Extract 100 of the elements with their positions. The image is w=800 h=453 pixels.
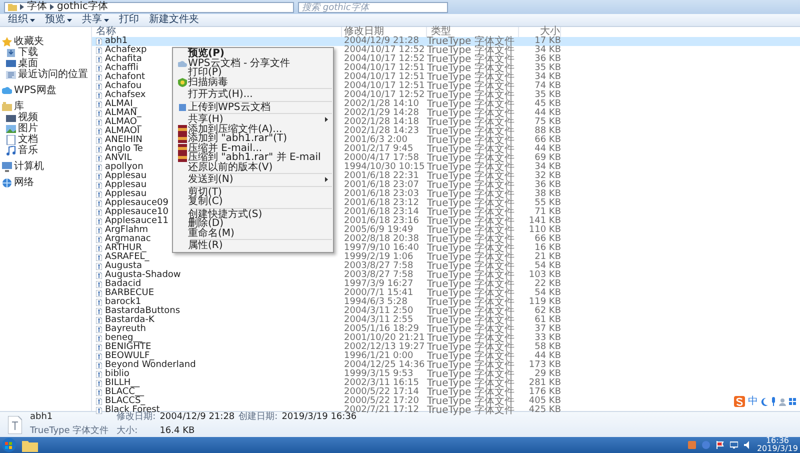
sidebar-item[interactable]: 最近访问的位置 — [18, 69, 88, 80]
sidebar-item[interactable]: 图片 — [18, 123, 38, 134]
file-name[interactable]: BEOWULF_ — [96, 352, 154, 361]
menu-item[interactable]: 还原以前的版本(V) — [174, 162, 332, 172]
menu-item[interactable]: 压缩并 E-mail... — [174, 144, 332, 153]
file-name[interactable]: abh1 — [96, 37, 128, 46]
table-cell-text: 44 KB — [534, 352, 561, 361]
menu-item[interactable]: 重命名(M) — [174, 228, 332, 238]
file-name[interactable]: BastardaButtons — [96, 307, 180, 316]
clock-date[interactable]: 2019/3/19 — [756, 445, 798, 453]
file-name[interactable]: Achafexp — [96, 46, 147, 55]
desktop-icon — [6, 58, 16, 68]
sidebar-heading[interactable]: 收藏夹 — [14, 36, 44, 47]
file-name[interactable]: Achaffli — [96, 64, 138, 73]
menu-item[interactable]: 压缩到 "abh1.rar" 并 E-mail — [174, 153, 332, 162]
table-cell-text: 2000/4/17 17:58 — [343, 154, 419, 163]
font-file-icon — [96, 362, 102, 369]
menu-item[interactable]: 扫描病毒 — [174, 78, 332, 87]
sidebar-item[interactable]: 文档 — [18, 134, 38, 145]
file-name[interactable]: biblio — [96, 370, 130, 379]
sidebar-item[interactable]: 视频 — [18, 112, 38, 123]
file-name[interactable]: apollyon — [96, 163, 144, 172]
file-name[interactable]: ANVIL — [96, 154, 132, 163]
toolbar-button[interactable]: 打印 — [119, 15, 139, 25]
sidebar-heading[interactable]: 网络 — [14, 177, 34, 188]
menu-item[interactable]: 删除(D) — [174, 219, 332, 228]
sidebar-item[interactable]: 音乐 — [18, 145, 38, 156]
menu-item[interactable]: 添加到压缩文件(A)... — [174, 124, 332, 134]
file-name[interactable]: ARTHUR_ — [96, 244, 146, 253]
menu-item[interactable]: 打印(P) — [174, 68, 332, 78]
file-name[interactable]: BLACCS_ — [96, 397, 146, 406]
menu-item[interactable]: WPS云文档 - 分享文件 — [174, 58, 332, 68]
input-mode-indicator[interactable]: 中 — [748, 394, 758, 409]
file-name[interactable]: Applesau — [96, 190, 147, 199]
toolbar-button[interactable]: 新建文件夹 — [149, 15, 199, 25]
table-cell-text: 74 KB — [534, 82, 561, 91]
font-file-icon — [96, 38, 102, 45]
menu-item[interactable]: 共享(H) — [174, 115, 332, 124]
file-name[interactable]: ASRAFEL_ — [96, 253, 150, 262]
address-bar[interactable]: 字体 gothic字体 — [4, 2, 294, 12]
sidebar-heading[interactable]: 库 — [14, 101, 24, 112]
grid-icon — [789, 398, 796, 405]
file-name[interactable]: ArgFlahm — [96, 226, 148, 235]
file-name[interactable]: Augusta-Shadow — [96, 271, 181, 280]
file-name[interactable]: Achafou — [96, 82, 142, 91]
file-name[interactable]: Applesauce09 — [96, 199, 168, 208]
menu-item[interactable]: 添加到 "abh1.rar"(T) — [174, 134, 332, 144]
file-name[interactable]: barock1 — [96, 298, 142, 307]
file-name[interactable]: ANEIHIN — [96, 136, 142, 145]
sidebar-heading[interactable]: 计算机 — [14, 161, 44, 172]
font-file-icon — [96, 182, 102, 189]
clock-time[interactable]: 16:36 — [756, 437, 798, 445]
breadcrumb-link[interactable]: 字体 — [27, 2, 47, 12]
file-name[interactable]: Applesau — [96, 181, 147, 190]
file-name[interactable]: ALMAI_ — [96, 100, 138, 109]
file-name[interactable]: Applesauce11 — [96, 217, 168, 226]
sidebar-item[interactable]: 下载 — [18, 47, 38, 58]
file-name[interactable]: BARBECUE — [96, 289, 154, 298]
menu-item[interactable]: 上传到WPS云文档 — [174, 102, 332, 112]
file-name[interactable]: BLACC__ — [96, 388, 144, 397]
font-file-icon — [96, 173, 102, 180]
file-name[interactable]: Argmanac — [96, 235, 151, 244]
menu-item[interactable]: 复制(C) — [174, 197, 332, 206]
file-name[interactable]: Beyond Wonderland — [96, 361, 196, 370]
menu-item[interactable]: 预览(P) — [174, 49, 332, 58]
sidebar-item[interactable]: 桌面 — [18, 58, 38, 69]
menu-item[interactable]: 剪切(T) — [174, 188, 332, 197]
table-cell-text: 425 KB — [528, 406, 561, 415]
menu-item[interactable]: 创建快捷方式(S) — [174, 210, 332, 219]
file-name[interactable]: Achafita — [96, 55, 142, 64]
table-cell-text: TrueType 字体文件 — [427, 46, 516, 55]
menu-item[interactable]: 打开方式(H)... — [174, 90, 332, 100]
file-name[interactable]: ALMAO_ — [96, 118, 142, 127]
file-name[interactable]: ALMAN_ — [96, 109, 142, 118]
toolbar-button[interactable]: 预览 — [45, 15, 72, 25]
menu-item[interactable]: 属性(R) — [174, 241, 332, 250]
file-name[interactable]: BENIGHTE — [96, 343, 152, 352]
file-name[interactable]: Badacid — [96, 280, 142, 289]
file-name[interactable]: Anglo Te — [96, 145, 143, 154]
toolbar-button[interactable]: 组织 — [8, 15, 35, 25]
file-name[interactable]: ALMAOI — [96, 127, 140, 136]
toolbar-button[interactable]: 共享 — [82, 15, 109, 25]
file-name[interactable]: Achafsex — [96, 91, 146, 100]
field-value: 16.4 KB — [160, 424, 196, 438]
file-name[interactable]: Applesau — [96, 172, 147, 181]
file-name[interactable]: BILLH__ — [96, 379, 140, 388]
table-cell-text: 55 KB — [534, 199, 561, 208]
table-cell-text: 2002/8/18 20:38 — [343, 235, 420, 244]
font-file-icon — [96, 371, 102, 378]
table-cell-text: 58 KB — [534, 343, 561, 352]
file-name[interactable]: Applesauce10 — [96, 208, 168, 217]
file-name[interactable]: Augusta — [96, 262, 142, 271]
file-name[interactable]: Achafont — [96, 73, 146, 82]
menu-item[interactable]: 发送到(N) — [174, 175, 332, 184]
file-name[interactable]: Bastarda-K — [96, 316, 154, 325]
file-name[interactable]: Bayreuth — [96, 325, 146, 334]
file-name[interactable]: beneg__ — [96, 334, 142, 343]
table-cell-text: 2004/10/17 12:52 — [343, 55, 426, 64]
breadcrumb-link[interactable]: gothic字体 — [57, 2, 108, 12]
sidebar-heading[interactable]: WPS网盘 — [14, 85, 56, 96]
